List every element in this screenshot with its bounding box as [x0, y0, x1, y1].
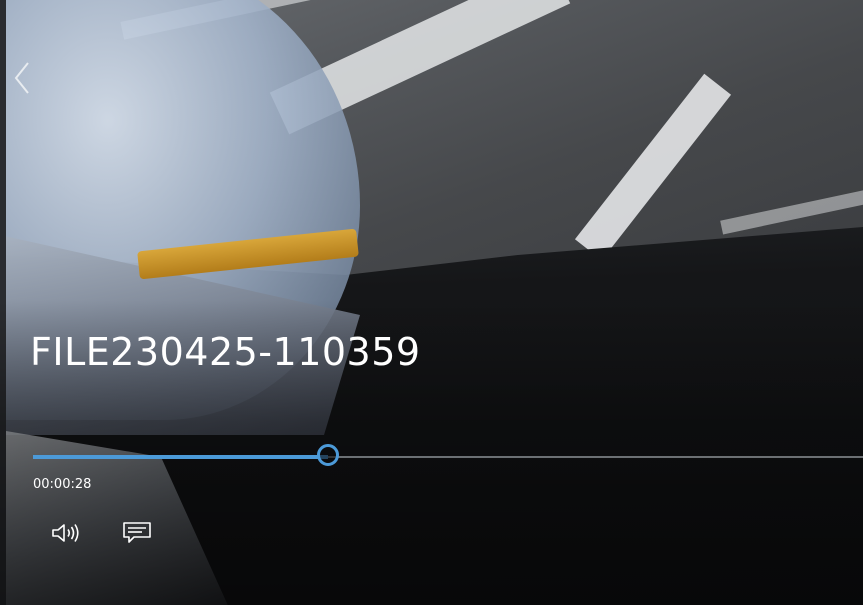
speaker-icon [52, 524, 79, 542]
seek-progress [33, 455, 328, 459]
seek-thumb[interactable] [317, 444, 339, 466]
captions-icon [123, 522, 151, 543]
captions-button[interactable] [117, 513, 157, 553]
video-title: FILE230425-110359 [30, 330, 421, 374]
current-time: 00:00:28 [33, 477, 92, 492]
back-button[interactable] [8, 58, 36, 98]
video-player[interactable]: FILE230425-110359 00:00:28 [0, 0, 863, 605]
volume-button[interactable] [46, 513, 86, 553]
chevron-left-icon [14, 62, 29, 94]
seek-bar[interactable] [33, 444, 863, 468]
